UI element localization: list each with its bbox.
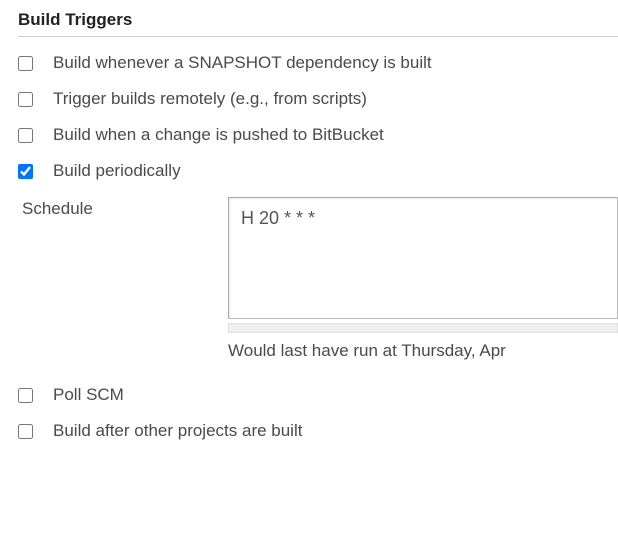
label-poll-scm[interactable]: Poll SCM — [53, 385, 124, 405]
schedule-label: Schedule — [18, 197, 228, 219]
trigger-row-build-after: Build after other projects are built — [18, 421, 618, 441]
schedule-hint: Would last have run at Thursday, Apr — [228, 341, 618, 361]
label-snapshot-dependency[interactable]: Build whenever a SNAPSHOT dependency is … — [53, 53, 432, 73]
trigger-row-bitbucket: Build when a change is pushed to BitBuck… — [18, 125, 618, 145]
schedule-input[interactable] — [228, 197, 618, 319]
label-build-after-projects[interactable]: Build after other projects are built — [53, 421, 302, 441]
trigger-row-remote: Trigger builds remotely (e.g., from scri… — [18, 89, 618, 109]
schedule-right: Would last have run at Thursday, Apr — [228, 197, 618, 361]
checkbox-build-periodically[interactable] — [18, 164, 33, 179]
schedule-section: Schedule Would last have run at Thursday… — [18, 197, 618, 361]
checkbox-build-after-projects[interactable] — [18, 424, 33, 439]
trigger-row-periodically: Build periodically — [18, 161, 618, 181]
checkbox-bitbucket-push[interactable] — [18, 128, 33, 143]
trigger-row-snapshot: Build whenever a SNAPSHOT dependency is … — [18, 53, 618, 73]
label-bitbucket-push[interactable]: Build when a change is pushed to BitBuck… — [53, 125, 384, 145]
label-build-periodically[interactable]: Build periodically — [53, 161, 181, 181]
trigger-row-poll-scm: Poll SCM — [18, 385, 618, 405]
checkbox-poll-scm[interactable] — [18, 388, 33, 403]
checkbox-snapshot-dependency[interactable] — [18, 56, 33, 71]
checkbox-trigger-remotely[interactable] — [18, 92, 33, 107]
section-header-build-triggers: Build Triggers — [18, 10, 618, 37]
schedule-scrollbar[interactable] — [228, 323, 618, 333]
label-trigger-remotely[interactable]: Trigger builds remotely (e.g., from scri… — [53, 89, 367, 109]
